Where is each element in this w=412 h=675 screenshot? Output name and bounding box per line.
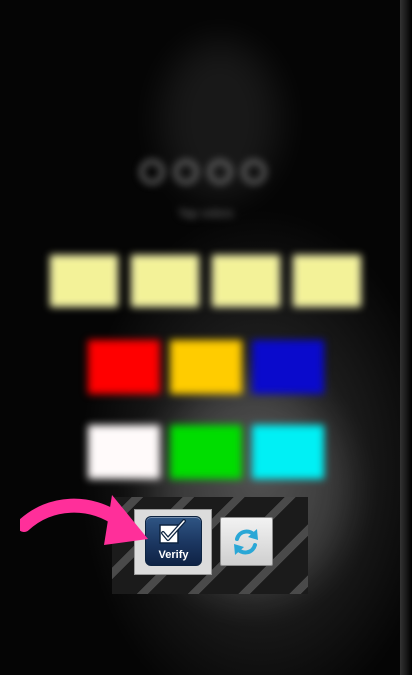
code-slot — [131, 255, 199, 307]
screen-edge — [400, 0, 412, 675]
color-row-2 — [88, 425, 324, 479]
code-slot — [50, 255, 118, 307]
verify-button-label: Verify — [158, 549, 189, 561]
pin-dot — [208, 160, 232, 184]
pin-dot — [174, 160, 198, 184]
yellow-color-button[interactable] — [170, 340, 242, 394]
code-slot — [293, 255, 361, 307]
checkbox-check-icon — [159, 519, 186, 544]
code-slot — [212, 255, 280, 307]
blue-color-button[interactable] — [252, 340, 324, 394]
pin-dot — [140, 160, 164, 184]
color-row-1 — [88, 340, 324, 394]
white-color-button[interactable] — [88, 425, 160, 479]
code-slots — [50, 255, 361, 307]
red-color-button[interactable] — [88, 340, 160, 394]
pin-dot — [242, 160, 266, 184]
pin-indicator — [140, 160, 266, 184]
unlock-prompt: Tap colors — [178, 208, 234, 220]
curved-arrow-icon — [20, 495, 148, 545]
refresh-arrows-icon — [234, 529, 258, 555]
cyan-color-button[interactable] — [252, 425, 324, 479]
lock-screen: Tap colors Verify — [0, 0, 412, 675]
green-color-button[interactable] — [170, 425, 242, 479]
